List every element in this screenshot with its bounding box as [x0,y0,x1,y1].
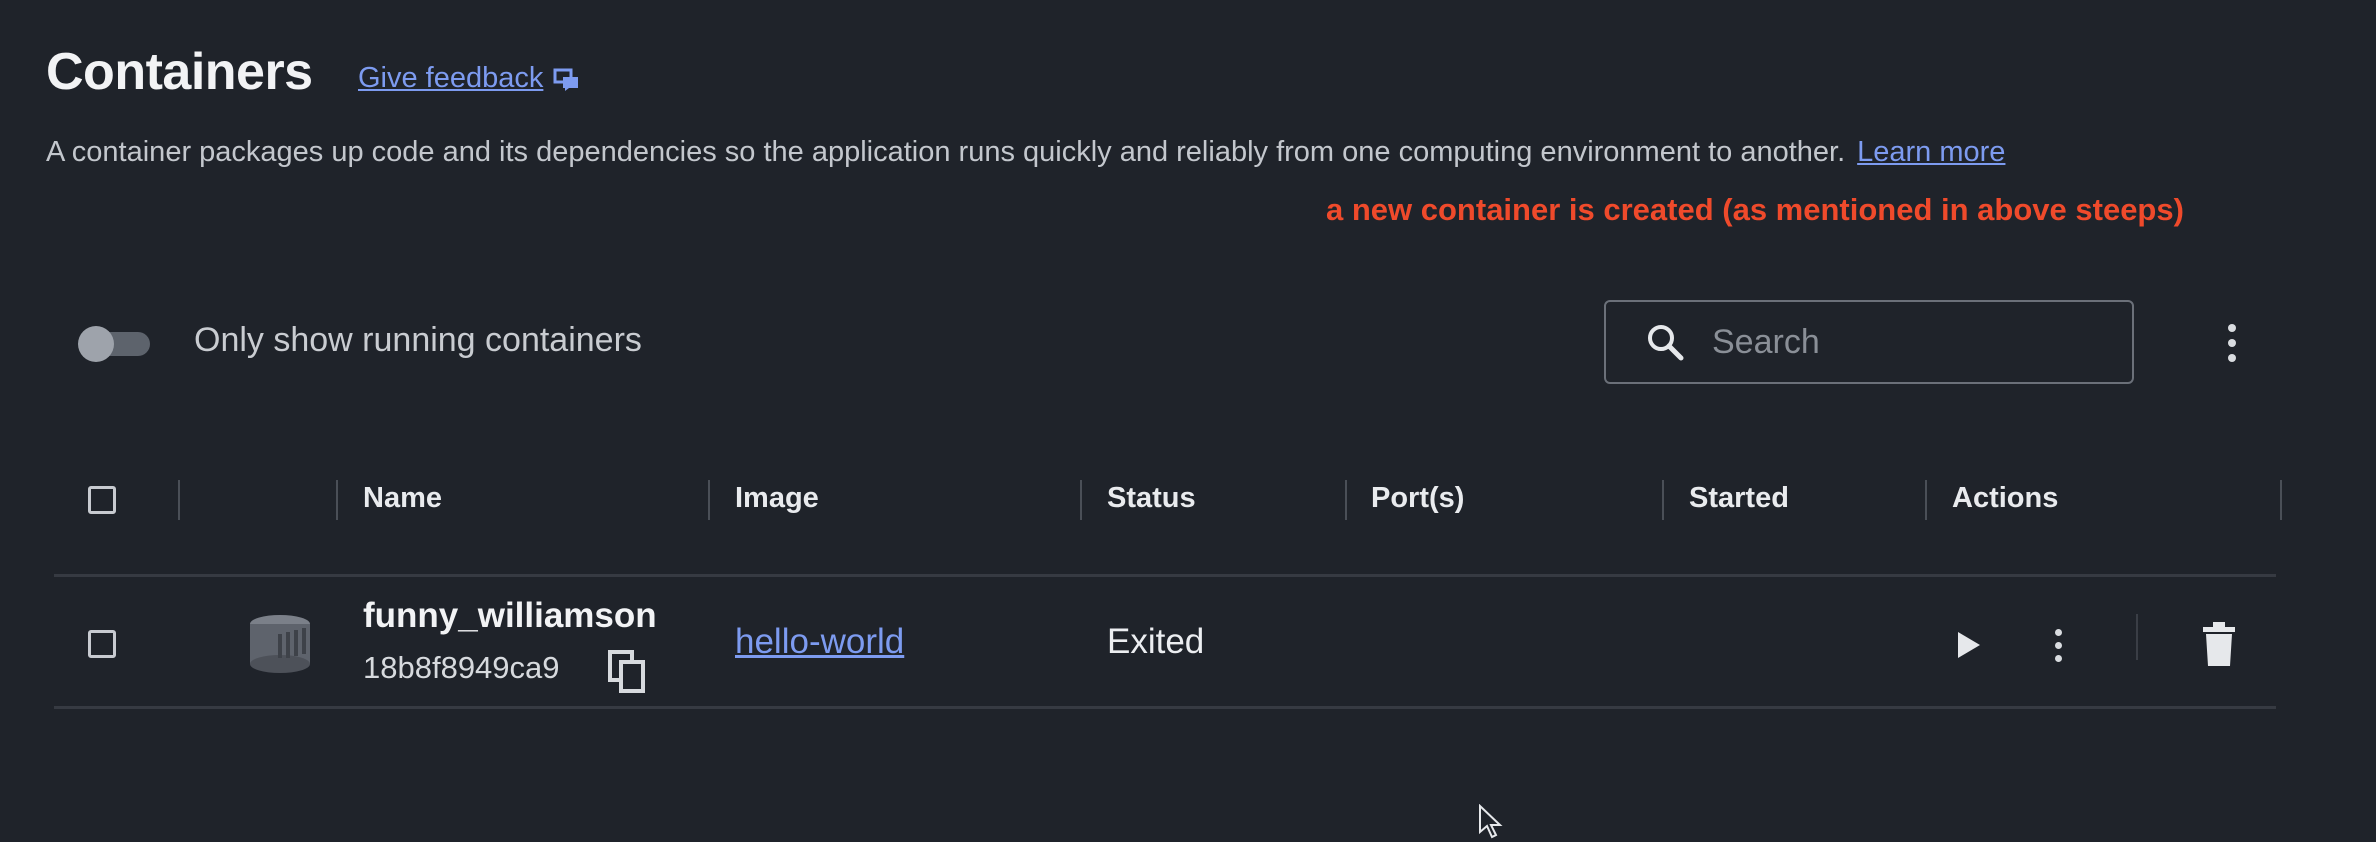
actions-divider [2136,614,2138,660]
running-only-label: Only show running containers [194,321,642,359]
image-link[interactable]: hello-world [735,622,904,662]
row-checkbox[interactable] [88,630,116,658]
feedback-icon [553,68,579,91]
column-header-image[interactable]: Image [735,482,819,515]
search-box[interactable] [1604,300,2134,384]
column-header-started[interactable]: Started [1689,482,1789,515]
table-header: Name Image Status Port(s) Started Action… [0,470,2290,530]
header-divider [54,574,2276,577]
column-header-name[interactable]: Name [363,482,442,515]
copy-icon[interactable] [608,650,648,694]
column-divider[interactable] [336,480,338,520]
table-row[interactable]: funny_williamson 18b8f8949ca9 hello-worl… [0,578,2290,708]
mouse-cursor-icon [1479,804,1503,839]
toggle-knob [78,326,114,362]
column-divider[interactable] [1345,480,1347,520]
description-text: A container packages up code and its dep… [46,136,1846,168]
give-feedback-label: Give feedback [358,62,544,94]
container-name: funny_williamson [363,596,657,635]
running-only-toggle[interactable] [78,326,154,362]
container-status: Exited [1107,622,1205,661]
column-divider[interactable] [1080,480,1082,520]
column-divider[interactable] [1662,480,1664,520]
select-all-checkbox[interactable] [88,486,116,514]
column-divider[interactable] [1925,480,1927,520]
play-icon[interactable] [1950,628,1984,662]
search-icon [1648,325,1684,361]
search-input[interactable] [1710,321,2114,363]
more-options-icon[interactable] [2212,318,2252,368]
column-divider[interactable] [708,480,710,520]
column-divider[interactable] [178,480,180,520]
column-header-ports[interactable]: Port(s) [1371,482,1464,515]
container-icon [250,615,310,673]
column-divider[interactable] [2280,480,2282,520]
row-divider [54,706,2276,709]
give-feedback-link[interactable]: Give feedback [358,62,581,95]
row-more-options-icon[interactable] [2040,624,2076,666]
learn-more-link[interactable]: Learn more [1857,136,2005,168]
trash-icon[interactable] [2199,622,2239,668]
container-id: 18b8f8949ca9 [363,650,560,685]
page-title: Containers [46,43,313,101]
page-description: A container packages up code and its dep… [46,136,2005,169]
annotation-note: a new container is created (as mentioned… [1326,192,2184,227]
column-header-actions: Actions [1952,482,2059,514]
column-header-status[interactable]: Status [1107,482,1196,515]
